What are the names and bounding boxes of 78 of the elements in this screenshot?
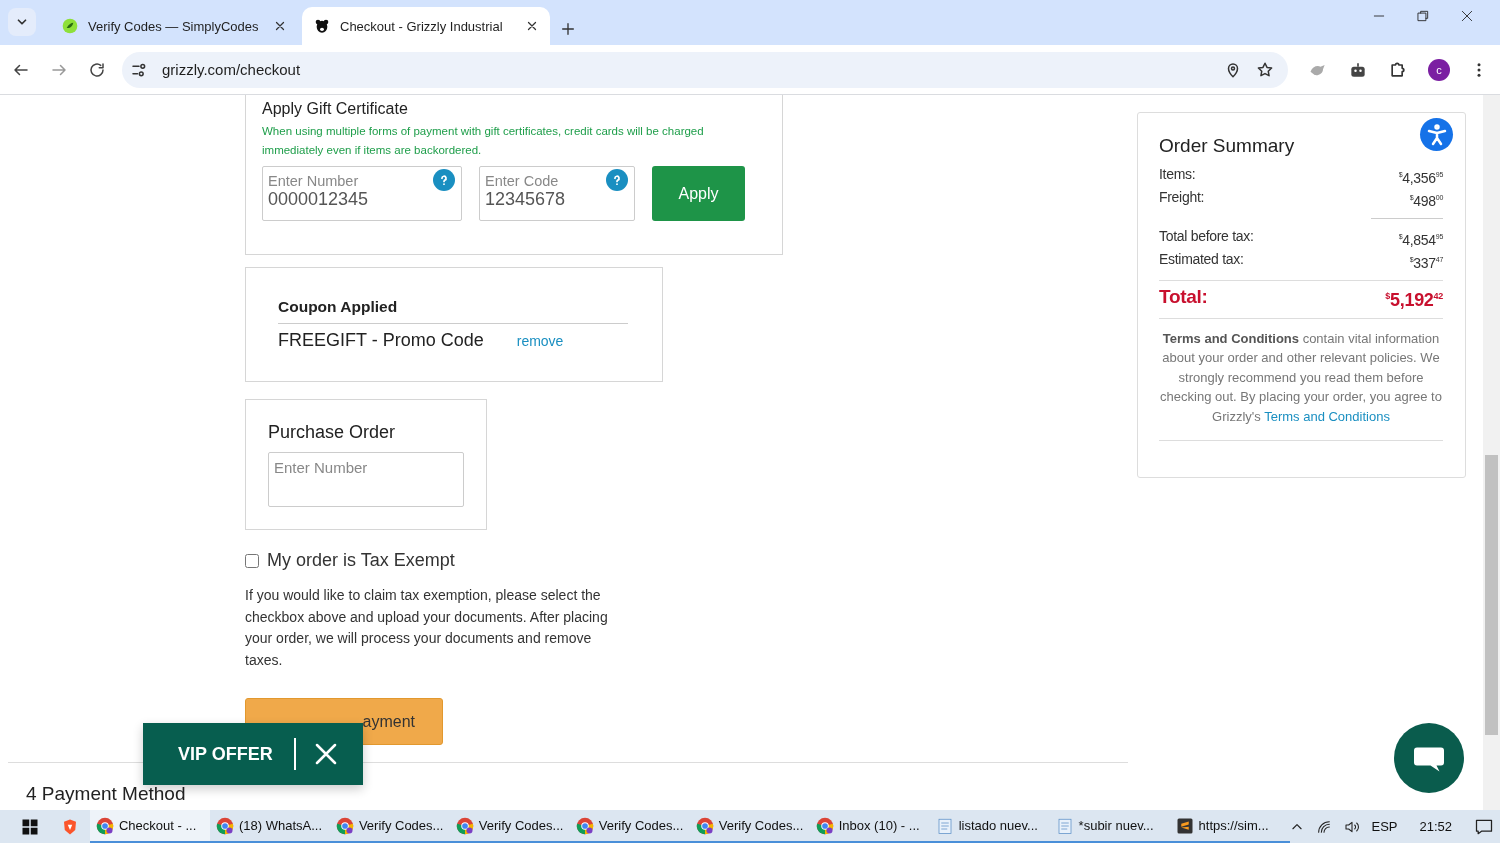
plus-icon xyxy=(560,21,576,37)
close-window-icon[interactable] xyxy=(1460,8,1474,23)
close-icon[interactable] xyxy=(274,20,286,32)
star-icon[interactable] xyxy=(1256,60,1274,79)
profile-avatar[interactable]: c xyxy=(1428,58,1450,81)
tax-exemption-note: If you would like to claim tax exemption, please select the checkbox above and upload your documents. After placing your order, we will process your documents and remove taxes. xyxy=(245,586,609,670)
taskbar-item[interactable]: Verify Codes... xyxy=(689,810,810,843)
chrome-browser-icon xyxy=(575,816,594,835)
sublime-text-icon xyxy=(1175,816,1194,835)
taskbar-item[interactable]: listado nuev... xyxy=(929,810,1050,843)
chrome-browser-icon xyxy=(695,816,714,835)
leaf-logo-icon xyxy=(62,18,78,34)
scrollbar[interactable] xyxy=(1483,95,1500,810)
vip-offer-label: VIP OFFER xyxy=(178,738,296,770)
address-bar[interactable]: grizzly.com/checkout xyxy=(122,51,1288,88)
taskbar-item[interactable]: Verify Codes... xyxy=(449,810,570,843)
taskbar-item[interactable]: Checkout - ... xyxy=(89,810,210,843)
input-field[interactable]: Enter Number 0000012345 xyxy=(262,166,462,221)
apply-button[interactable]: Apply xyxy=(652,166,745,221)
coupon-code: FREEGIFT - Promo Code xyxy=(278,330,484,351)
reload-icon xyxy=(88,60,106,79)
help-icon[interactable] xyxy=(433,169,455,191)
taskbar-item[interactable]: (18) WhatsA... xyxy=(209,810,330,843)
tab-title: Checkout - Grizzly Industrial xyxy=(340,18,504,34)
restore-icon[interactable] xyxy=(1416,8,1430,23)
price-amount: $^{$}$337$^{47}$ xyxy=(1409,253,1443,273)
chrome-browser-icon xyxy=(335,816,354,835)
windows-logo-icon xyxy=(21,817,39,836)
section-title: Apply Gift Certificate xyxy=(262,100,409,118)
browser-tab[interactable]: Checkout - Grizzly Industrial xyxy=(302,7,550,45)
summary-label: Items: xyxy=(1159,165,1196,184)
summary-label: Freight: xyxy=(1159,187,1205,207)
vip-offer-toast[interactable]: VIP OFFER xyxy=(143,723,363,785)
new-tab-button[interactable] xyxy=(560,21,576,37)
taskbar-item[interactable]: Verify Codes... xyxy=(569,810,690,843)
tax-exempt-checkbox[interactable]: My order is Tax Exempt xyxy=(245,550,455,571)
step-heading: 4 Payment Method xyxy=(26,783,187,805)
input-field[interactable]: Enter Number xyxy=(268,452,464,507)
tab-title: Verify Codes — SimplyCodes xyxy=(88,18,260,34)
input-field[interactable]: Enter Code 12345678 xyxy=(479,166,635,221)
price-amount: $^{$}$4,356$^{95}$ xyxy=(1398,168,1443,188)
url-text: grizzly.com/checkout xyxy=(162,61,302,78)
chrome-browser-icon xyxy=(215,816,234,835)
clock-time[interactable]: 21:52 xyxy=(1419,819,1453,834)
browser-tab[interactable]: Verify Codes — SimplyCodes xyxy=(50,7,298,45)
coupon-title: Coupon Applied xyxy=(278,298,399,316)
price-amount: $^{$}$498$^{00}$ xyxy=(1409,191,1443,211)
gift-certificate-notice: When using multiple forms of payment with gift certificates, credit cards will be charged immediately even if items are backordered. xyxy=(262,124,705,158)
checkbox[interactable] xyxy=(245,553,259,568)
taskbar-item[interactable]: https://sim... xyxy=(1169,810,1290,843)
field-value[interactable]: 12345678 xyxy=(485,189,629,210)
wifi-icon[interactable] xyxy=(1315,818,1332,835)
summary-label: Total before tax: xyxy=(1159,227,1254,247)
notepad-icon xyxy=(1055,816,1074,835)
remove-link[interactable]: remove xyxy=(516,332,564,349)
accessibility-button[interactable] xyxy=(1420,118,1453,151)
close-icon[interactable] xyxy=(526,20,538,32)
bear-logo-icon xyxy=(314,18,330,34)
field-value[interactable]: 0000012345 xyxy=(268,189,456,210)
chrome-browser-icon xyxy=(815,816,834,835)
chrome-browser-icon xyxy=(455,816,474,835)
total-label: Total: xyxy=(1159,286,1208,309)
close-icon xyxy=(313,742,338,766)
terms-text: Terms and Conditions contain vital information about your order and other relevant policies. We strongly recommend you read them before checking out. By placing your order, you agree to Grizzly's Terms and Conditions xyxy=(1159,317,1443,441)
order-summary-title: Order Summary xyxy=(1159,135,1296,157)
language-indicator[interactable]: ESP xyxy=(1371,819,1398,834)
notepad-icon xyxy=(935,816,954,835)
taskbar-item[interactable]: Verify Codes... xyxy=(329,810,450,843)
price-amount: $^{$}$4,854$^{95}$ xyxy=(1398,230,1443,250)
total-amount: $^{$}$5,192$^{42}$ xyxy=(1385,288,1443,310)
terms-link[interactable]: Terms and Conditions xyxy=(1264,409,1390,424)
chrome-browser-icon xyxy=(95,816,114,835)
reload-button[interactable] xyxy=(88,60,106,79)
section-title: Purchase Order xyxy=(268,422,397,443)
summary-label: Estimated tax: xyxy=(1159,249,1244,269)
taskbar-item[interactable]: *subir nuev... xyxy=(1049,810,1170,843)
help-icon[interactable] xyxy=(606,169,628,191)
taskbar-item[interactable]: Inbox (10) - ... xyxy=(809,810,930,843)
